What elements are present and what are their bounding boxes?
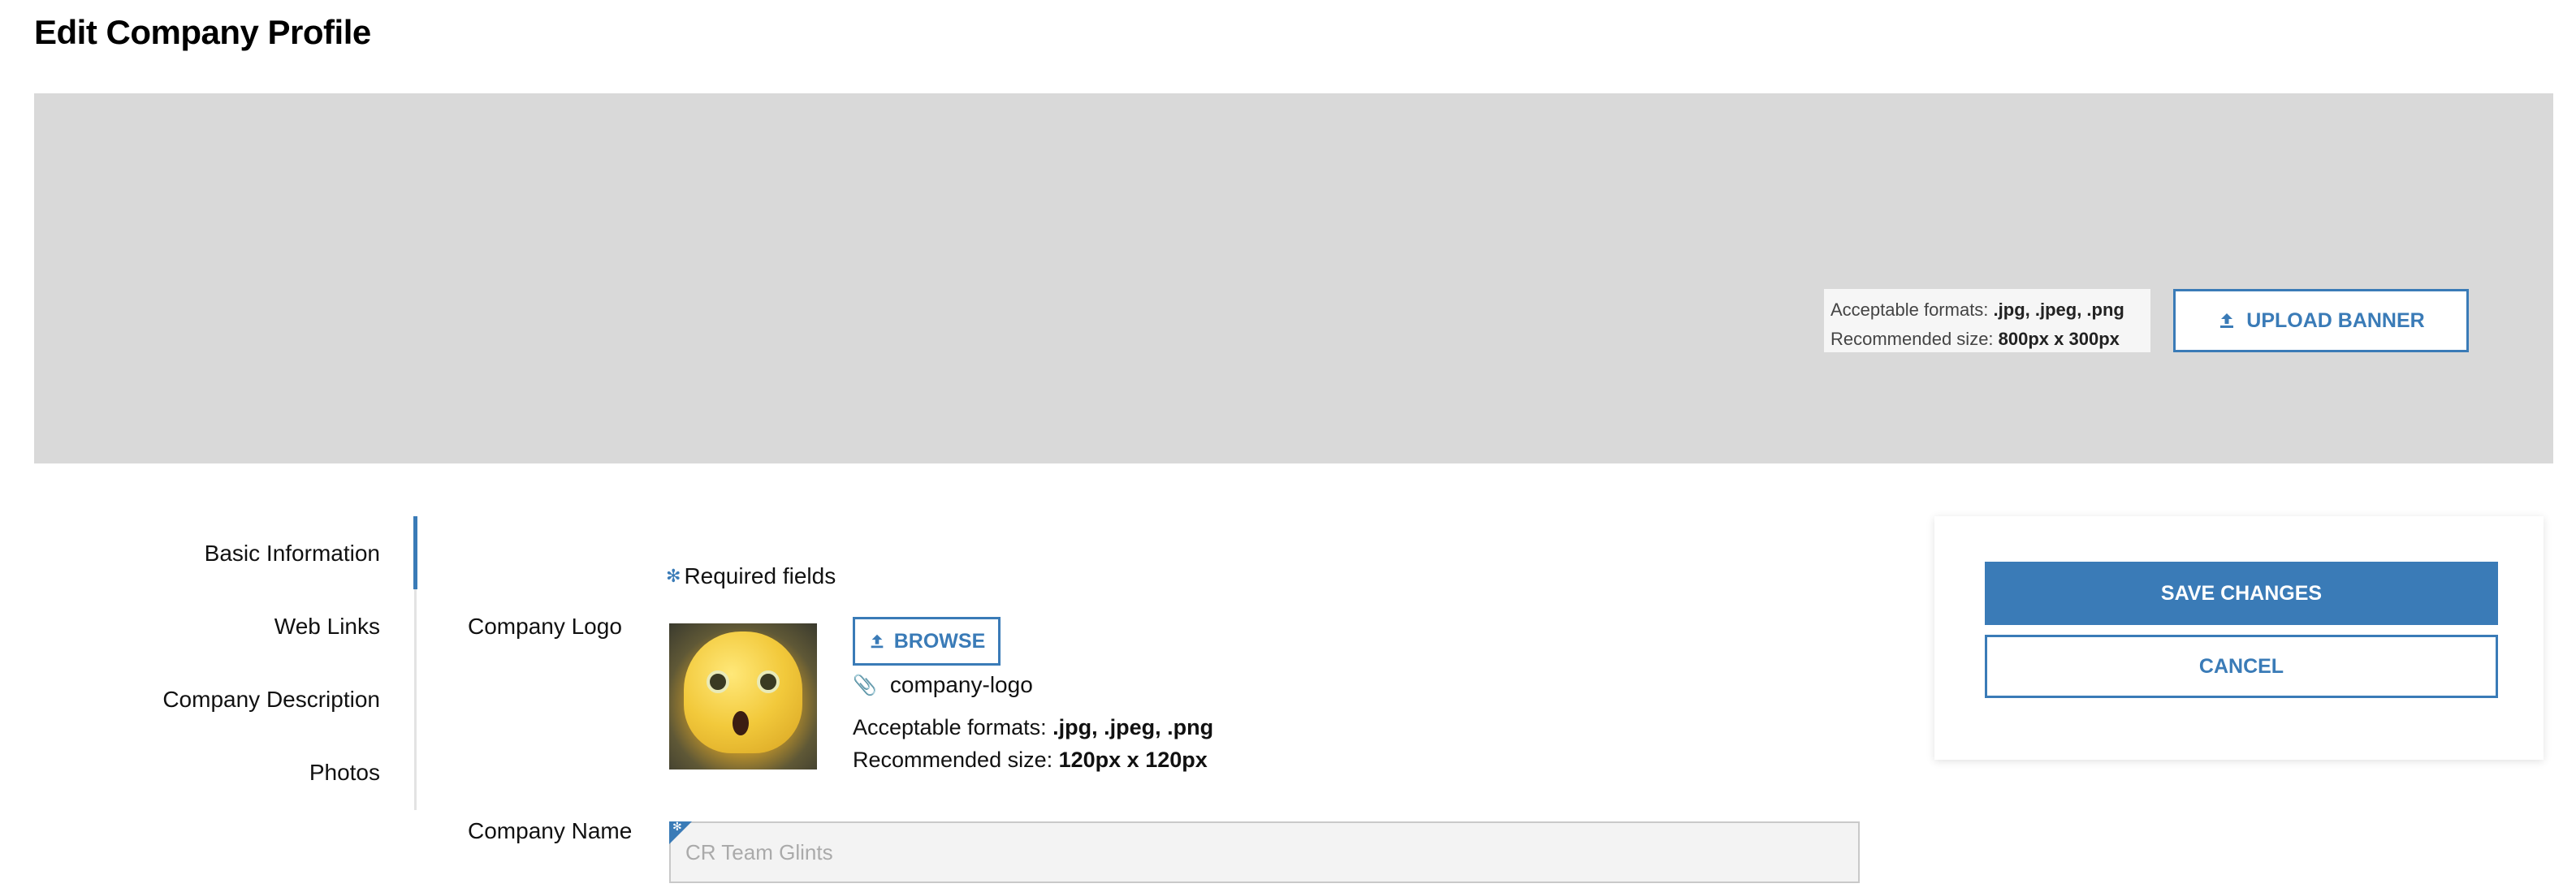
logo-eye-right	[757, 670, 780, 693]
company-logo-image	[669, 623, 817, 769]
browse-label: BROWSE	[893, 629, 986, 653]
nav-item-photos[interactable]: Photos	[309, 760, 380, 786]
nav-item-basic-information[interactable]: Basic Information	[205, 541, 380, 567]
actions-card: SAVE CHANGES CANCEL	[1934, 516, 2544, 760]
logo-eye-left	[707, 670, 729, 693]
logo-size-value: 120px x 120px	[1058, 748, 1208, 772]
nav-item-company-description[interactable]: Company Description	[162, 687, 380, 713]
banner-formats-label: Acceptable formats:	[1830, 300, 1994, 320]
banner-size-value: 800px x 300px	[1998, 329, 2120, 349]
page-title: Edit Company Profile	[34, 13, 371, 51]
paperclip-icon: 📎	[853, 674, 877, 696]
logo-character	[684, 632, 802, 753]
banner-area	[34, 93, 2553, 463]
company-name-input[interactable]	[669, 821, 1860, 883]
nav-item-web-links[interactable]: Web Links	[274, 614, 380, 640]
banner-info: Acceptable formats: .jpg, .jpeg, .png Re…	[1824, 289, 2150, 352]
company-logo-label: Company Logo	[468, 614, 622, 639]
required-star-icon: ✻	[666, 566, 681, 586]
logo-mouth	[733, 711, 749, 735]
required-fields-text: Required fields	[684, 563, 836, 588]
upload-banner-button[interactable]: UPLOAD BANNER	[2173, 289, 2469, 352]
upload-icon	[2220, 313, 2234, 328]
required-fields-note: ✻ Required fields	[666, 563, 836, 589]
upload-icon	[871, 634, 884, 649]
logo-file-name: company-logo	[889, 672, 1033, 697]
logo-size-label: Recommended size:	[853, 748, 1059, 772]
logo-formats-value: .jpg, .jpeg, .png	[1052, 715, 1214, 739]
nav-active-indicator	[413, 516, 417, 589]
save-changes-button[interactable]: SAVE CHANGES	[1985, 562, 2498, 625]
company-name-label: Company Name	[468, 818, 633, 843]
banner-formats-value: .jpg, .jpeg, .png	[1993, 300, 2124, 320]
banner-size-label: Recommended size:	[1830, 329, 1999, 349]
section-nav: Basic Information Web Links Company Desc…	[0, 516, 419, 810]
logo-file-row: 📎 company-logo	[853, 672, 1033, 698]
browse-button[interactable]: BROWSE	[853, 617, 1001, 666]
cancel-button[interactable]: CANCEL	[1985, 635, 2498, 698]
logo-requirements: Acceptable formats: .jpg, .jpeg, .png Re…	[853, 711, 1213, 776]
required-corner-star-icon: ✻	[672, 820, 682, 833]
upload-banner-label: UPLOAD BANNER	[2246, 308, 2425, 332]
logo-formats-label: Acceptable formats:	[853, 715, 1053, 739]
